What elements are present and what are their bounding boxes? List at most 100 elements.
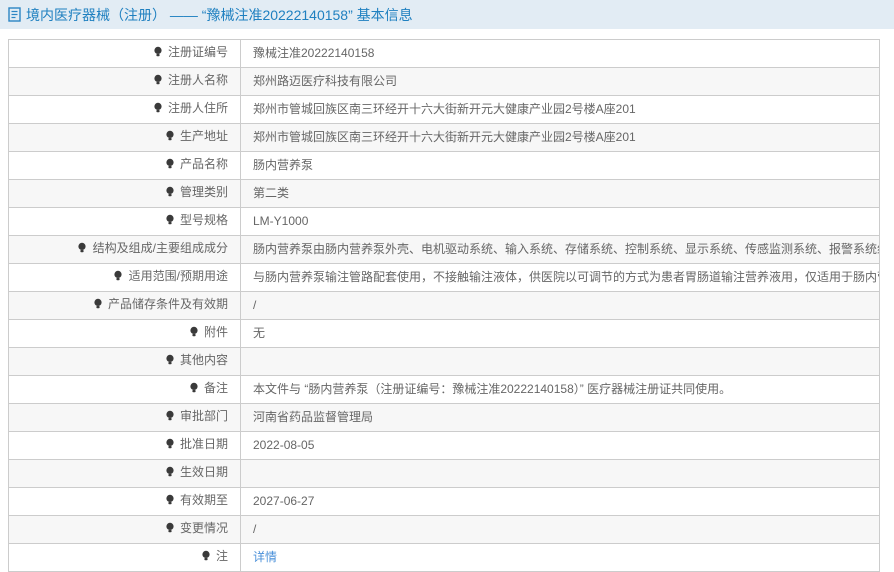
row-label: 注册证编号 [8,39,241,68]
bulb-icon [165,490,175,515]
row-value: 河南省药品监督管理局 [240,403,880,432]
table-row: 注册人住所 郑州市管城回族区南三环经开十六大街新开元大健康产业园2号楼A座201 [8,95,880,124]
row-value-text: 第二类 [253,186,290,200]
table-row: 产品名称 肠内营养泵 [8,151,880,180]
row-value: 肠内营养泵 [240,151,880,180]
row-value: 郑州市管城回族区南三环经开十六大街新开元大健康产业园2号楼A座201 [240,123,880,152]
row-value: 郑州路迈医疗科技有限公司 [240,67,880,96]
row-label-text: 注册证编号 [167,45,228,59]
row-label: 产品名称 [8,151,241,180]
row-label-text: 管理类别 [179,185,228,199]
row-label: 注册人名称 [8,67,241,96]
row-label: 批准日期 [8,431,241,460]
row-label-text: 注册人名称 [167,73,228,87]
row-label-text: 审批部门 [179,409,228,423]
row-label: 产品储存条件及有效期 [8,291,241,320]
row-value: 2027-06-27 [240,487,880,516]
row-label: 注册人住所 [8,95,241,124]
row-value-text: 2027-06-27 [253,494,315,508]
row-value-text: 郑州市管城回族区南三环经开十六大街新开元大健康产业园2号楼A座201 [253,102,636,116]
row-value-text: 2022-08-05 [253,438,315,452]
bulb-icon [153,70,163,95]
registration-info-table: 注册证编号 豫械注准20222140158 注册人名称 郑州路迈医疗科技有限公司 [8,39,880,572]
row-value: / [240,291,880,320]
bulb-icon [93,294,103,319]
table-row: 注 详情 [8,543,880,572]
row-label-text: 生效日期 [179,465,228,479]
row-value [240,347,880,376]
row-label-text: 批准日期 [179,437,228,451]
row-label-text: 生产地址 [179,129,228,143]
row-value-text: 本文件与 “肠内营养泵（注册证编号：豫械注准20222140158）” 医疗器械… [253,382,732,396]
row-value: LM-Y1000 [240,207,880,236]
bulb-icon [165,434,175,459]
row-value: 详情 [240,543,880,572]
row-label: 附件 [8,319,241,348]
table-row: 备注 本文件与 “肠内营养泵（注册证编号：豫械注准20222140158）” 医… [8,375,880,404]
row-label: 适用范围/预期用途 [8,263,241,292]
header-bar: 境内医疗器械（注册） —— “豫械注准20222140158” 基本信息 [0,0,894,29]
row-label-text: 产品名称 [179,157,228,171]
row-value-text: 肠内营养泵由肠内营养泵外壳、电机驱动系统、输入系统、存储系统、控制系统、显示系统… [253,242,880,256]
row-value-text: 豫械注准20222140158 [253,46,375,60]
details-link[interactable]: 详情 [253,550,277,564]
table-row: 有效期至 2027-06-27 [8,487,880,516]
row-value: 郑州市管城回族区南三环经开十六大街新开元大健康产业园2号楼A座201 [240,95,880,124]
row-value: 与肠内营养泵输注管路配套使用，不接触输注液体，供医院以可调节的方式为患者胃肠道输… [240,263,880,292]
row-label: 变更情况 [8,515,241,544]
table-row: 批准日期 2022-08-05 [8,431,880,460]
row-label-text: 结构及组成/主要组成成分 [92,241,228,255]
row-value: 2022-08-05 [240,431,880,460]
bulb-icon [165,518,175,543]
table-row: 适用范围/预期用途 与肠内营养泵输注管路配套使用，不接触输注液体，供医院以可调节… [8,263,880,292]
table-row: 型号规格 LM-Y1000 [8,207,880,236]
row-label-text: 产品储存条件及有效期 [107,297,228,311]
bulb-icon [165,154,175,179]
row-value: / [240,515,880,544]
row-value: 无 [240,319,880,348]
table-row: 管理类别 第二类 [8,179,880,208]
bulb-icon [153,42,163,67]
row-value: 本文件与 “肠内营养泵（注册证编号：豫械注准20222140158）” 医疗器械… [240,375,880,404]
row-value [240,459,880,488]
table-row: 注册证编号 豫械注准20222140158 [8,39,880,68]
row-value-text: 郑州市管城回族区南三环经开十六大街新开元大健康产业园2号楼A座201 [253,130,636,144]
row-label-text: 注册人住所 [167,101,228,115]
table-row: 生效日期 [8,459,880,488]
table-row: 变更情况 / [8,515,880,544]
bulb-icon [165,210,175,235]
row-label: 注 [8,543,241,572]
row-label: 生产地址 [8,123,241,152]
row-value-text: 与肠内营养泵输注管路配套使用，不接触输注液体，供医院以可调节的方式为患者胃肠道输… [253,270,880,284]
row-value: 豫械注准20222140158 [240,39,880,68]
row-label: 结构及组成/主要组成成分 [8,235,241,264]
row-label-text: 型号规格 [179,213,228,227]
row-label-text: 备注 [203,381,228,395]
document-icon [8,7,21,22]
bulb-icon [77,238,87,263]
row-value-text: 郑州路迈医疗科技有限公司 [253,74,398,88]
row-value-text: 肠内营养泵 [253,158,314,172]
table-row: 结构及组成/主要组成成分 肠内营养泵由肠内营养泵外壳、电机驱动系统、输入系统、存… [8,235,880,264]
row-value-text: / [253,522,257,536]
row-label-text: 附件 [203,325,228,339]
row-label: 备注 [8,375,241,404]
page-title: 境内医疗器械（注册） —— “豫械注准20222140158” 基本信息 [26,6,413,23]
row-label-text: 有效期至 [179,493,228,507]
row-label-text: 注 [215,549,228,563]
bulb-icon [165,462,175,487]
bulb-icon [189,378,199,403]
row-label-text: 适用范围/预期用途 [128,269,228,283]
table-row: 注册人名称 郑州路迈医疗科技有限公司 [8,67,880,96]
bulb-icon [113,266,123,291]
bulb-icon [201,546,211,571]
row-label: 其他内容 [8,347,241,376]
table-row: 审批部门 河南省药品监督管理局 [8,403,880,432]
table-row: 产品储存条件及有效期 / [8,291,880,320]
table-row: 附件 无 [8,319,880,348]
row-label: 管理类别 [8,179,241,208]
row-label: 审批部门 [8,403,241,432]
bulb-icon [165,406,175,431]
row-value-text: 河南省药品监督管理局 [253,410,374,424]
row-value-text: / [253,298,257,312]
